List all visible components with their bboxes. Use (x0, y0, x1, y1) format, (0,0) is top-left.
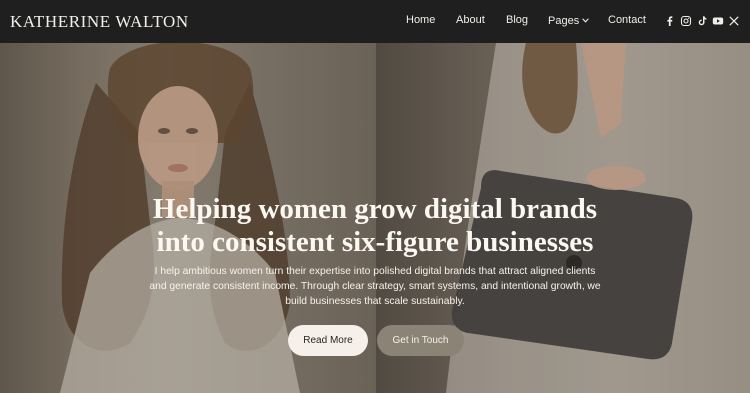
nav-pages-dropdown[interactable]: Pages (548, 14, 589, 27)
hero-description-line2: and generate consistent income. Through … (149, 281, 601, 292)
nav-contact-link[interactable]: Contact (608, 14, 646, 26)
chevron-down-icon (582, 14, 589, 26)
nav-home-link[interactable]: Home (406, 14, 435, 26)
instagram-icon[interactable] (680, 15, 692, 27)
x-icon[interactable] (728, 15, 740, 27)
nav-blog-link[interactable]: Blog (506, 14, 528, 26)
hero-description-line1: I help ambitious women turn their expert… (154, 266, 596, 277)
hero-headline-line2: into consistent six-figure businesses (156, 226, 594, 258)
hero-section: Helping women grow digital brands into c… (0, 43, 750, 393)
site-header: KATHERINE WALTON Home About Blog Pages C… (0, 0, 750, 43)
read-more-button[interactable]: Read More (288, 325, 368, 356)
youtube-icon[interactable] (712, 15, 724, 27)
hero-headline-line1: Helping women grow digital brands (152, 193, 598, 225)
hero-description-line3: build businesses that scale sustainably. (285, 296, 465, 307)
main-nav: Home About Blog Pages Contact (0, 0, 750, 43)
nav-about-link[interactable]: About (456, 14, 485, 26)
get-in-touch-button[interactable]: Get in Touch (377, 325, 464, 356)
nav-pages-label: Pages (548, 15, 580, 27)
facebook-icon[interactable] (664, 15, 676, 27)
hero-content: Helping women grow digital brands into c… (0, 43, 750, 393)
tiktok-icon[interactable] (696, 15, 708, 27)
